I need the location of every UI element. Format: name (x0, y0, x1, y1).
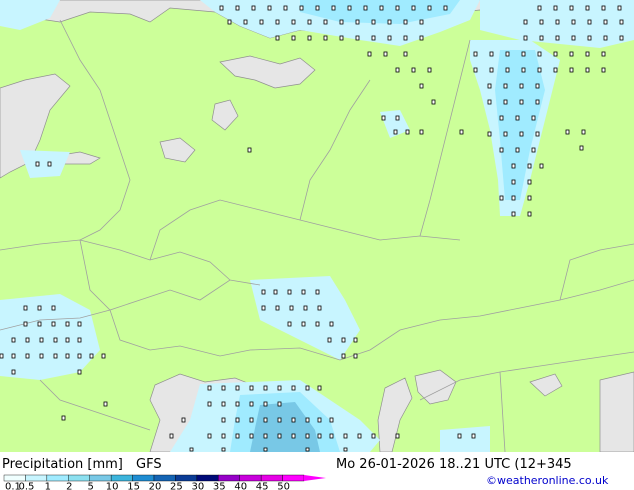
scale-swatch (132, 474, 155, 482)
scale-swatch (175, 474, 198, 482)
valid-time: Mo 26-01-2026 18..21 UTC (12+345 (336, 457, 572, 472)
scale-label: 5 (88, 482, 94, 490)
scale-label: 0.5 (18, 482, 34, 490)
map-footer: Precipitation [mm] GFS Mo 26-01-2026 18.… (0, 452, 634, 490)
scale-swatch (68, 474, 90, 482)
scale-label: 45 (256, 482, 269, 490)
scale-label: 50 (277, 482, 290, 490)
legend-title: Precipitation [mm] (2, 457, 123, 472)
scale-swatch (239, 474, 262, 482)
east-sea-patch (599, 371, 634, 452)
scale-swatch (218, 474, 240, 482)
scale-label: 25 (170, 482, 183, 490)
scale-label: 20 (149, 482, 162, 490)
scale-label: 15 (127, 482, 140, 490)
scale-label: 2 (66, 482, 72, 490)
model-name: GFS (136, 457, 162, 472)
scale-swatch (260, 474, 283, 482)
scale-label: 1 (45, 482, 51, 490)
scale-swatch (3, 474, 26, 482)
scale-label: 30 (191, 482, 204, 490)
precipitation-map (0, 0, 634, 452)
scale-label: 10 (106, 482, 119, 490)
scale-swatch (25, 474, 48, 482)
precip-kazakh (440, 426, 490, 452)
scale-swatch (196, 474, 219, 482)
scale-arrow (304, 475, 326, 481)
scale-label: 40 (234, 482, 247, 490)
scale-label: 35 (213, 482, 226, 490)
scale-swatch (110, 474, 133, 482)
scale-swatch (282, 474, 305, 482)
scale-swatch (46, 474, 69, 482)
color-scale: 0.10.5 1 2 5 10 15 20 25 30 35 40 45 50 (3, 474, 326, 490)
scale-swatch (153, 474, 176, 482)
credit-link[interactable]: ©weatheronline.co.uk (486, 474, 608, 487)
scale-swatch (89, 474, 112, 482)
